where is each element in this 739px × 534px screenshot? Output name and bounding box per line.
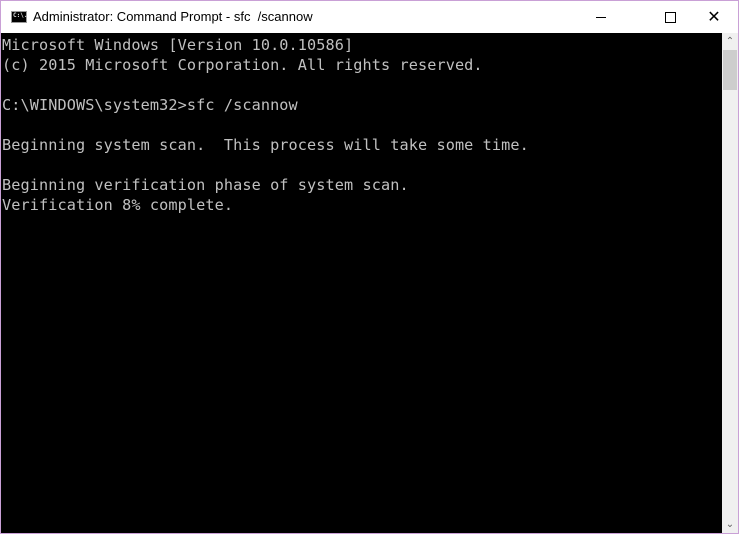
console-text: Microsoft Windows [Version 10.0.10586] (c… bbox=[1, 33, 722, 215]
console-line: C:\WINDOWS\system32>sfc /scannow bbox=[2, 96, 298, 114]
maximize-icon bbox=[664, 11, 676, 23]
console-line: Microsoft Windows [Version 10.0.10586] bbox=[2, 36, 354, 54]
chevron-down-icon: ⌄ bbox=[725, 519, 735, 530]
chevron-up-icon: ⌃ bbox=[725, 36, 735, 47]
window-title: Administrator: Command Prompt - sfc /sca… bbox=[33, 9, 313, 24]
title-bar[interactable]: C:\. Administrator: Command Prompt - sfc… bbox=[1, 1, 738, 33]
close-button[interactable]: ✕ bbox=[691, 1, 737, 33]
close-icon: ✕ bbox=[707, 7, 721, 26]
console-line: (c) 2015 Microsoft Corporation. All righ… bbox=[2, 56, 483, 74]
scrollbar-thumb[interactable] bbox=[723, 50, 737, 90]
cmd-icon[interactable]: C:\. bbox=[11, 11, 27, 23]
scroll-up-button[interactable]: ⌃ bbox=[722, 33, 738, 50]
vertical-scrollbar[interactable]: ⌃ ⌄ bbox=[722, 33, 738, 533]
console-line: Beginning system scan. This process will… bbox=[2, 136, 529, 154]
minimize-button[interactable] bbox=[578, 1, 624, 33]
minimize-icon bbox=[596, 16, 606, 18]
console-output[interactable]: Microsoft Windows [Version 10.0.10586] (c… bbox=[1, 33, 722, 533]
scroll-down-button[interactable]: ⌄ bbox=[722, 516, 738, 533]
command-prompt-window: C:\. Administrator: Command Prompt - sfc… bbox=[0, 0, 739, 534]
maximize-button[interactable] bbox=[647, 1, 693, 33]
console-line: Beginning verification phase of system s… bbox=[2, 176, 409, 194]
console-line: Verification 8% complete. bbox=[2, 196, 234, 214]
